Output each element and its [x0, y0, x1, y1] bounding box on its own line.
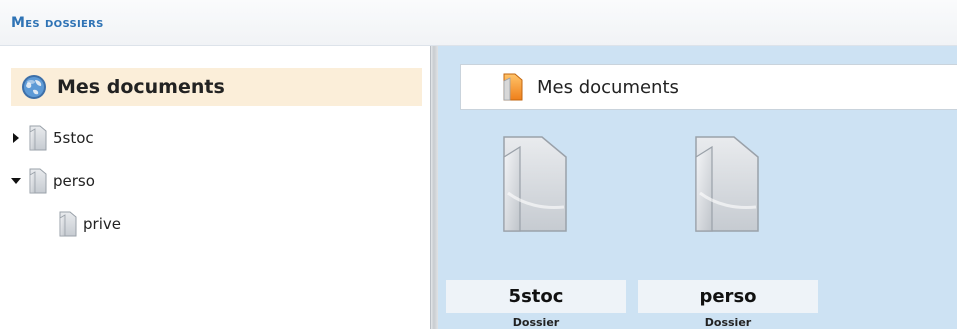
file-name-box: 5stoc — [446, 280, 626, 313]
folder-icon — [503, 136, 567, 232]
tree-item-5stoc[interactable]: 5stoc — [11, 123, 94, 153]
panel-splitter[interactable] — [430, 46, 438, 329]
path-bar: Mes documents — [460, 64, 957, 110]
folder-icon — [59, 211, 77, 237]
orange-folder-icon — [503, 73, 523, 101]
tree-item-perso[interactable]: perso — [11, 166, 95, 196]
top-header: Mes dossiers — [0, 0, 957, 46]
expand-arrow-icon[interactable] — [11, 133, 21, 143]
folder-icon — [695, 136, 759, 232]
file-item-perso[interactable]: perso Dossier — [638, 128, 818, 329]
file-type: Dossier — [512, 316, 560, 329]
tree-item-prive[interactable]: prive — [57, 209, 121, 239]
path-label: Mes documents — [537, 76, 679, 98]
file-name: perso — [699, 286, 757, 307]
tree-item-label: 5stoc — [53, 129, 94, 147]
folder-icon — [29, 168, 47, 194]
tree-root-mes-documents[interactable]: Mes documents — [11, 68, 422, 106]
tree-item-label: prive — [83, 215, 121, 233]
file-type: Dossier — [704, 316, 752, 329]
file-name-box: perso — [638, 280, 818, 313]
content-panel: Mes documents 5stoc Dossier perso Dossie… — [438, 46, 957, 329]
file-name: 5stoc — [508, 286, 564, 307]
tree-item-label: perso — [53, 172, 95, 190]
tree-root-label: Mes documents — [57, 76, 225, 98]
globe-icon — [22, 75, 46, 99]
folder-icon — [29, 125, 47, 151]
collapse-arrow-icon[interactable] — [11, 176, 21, 186]
header-title: Mes dossiers — [11, 15, 104, 31]
file-item-5stoc[interactable]: 5stoc Dossier — [446, 128, 626, 329]
folder-tree: Mes documents 5stoc perso prive — [0, 46, 430, 329]
